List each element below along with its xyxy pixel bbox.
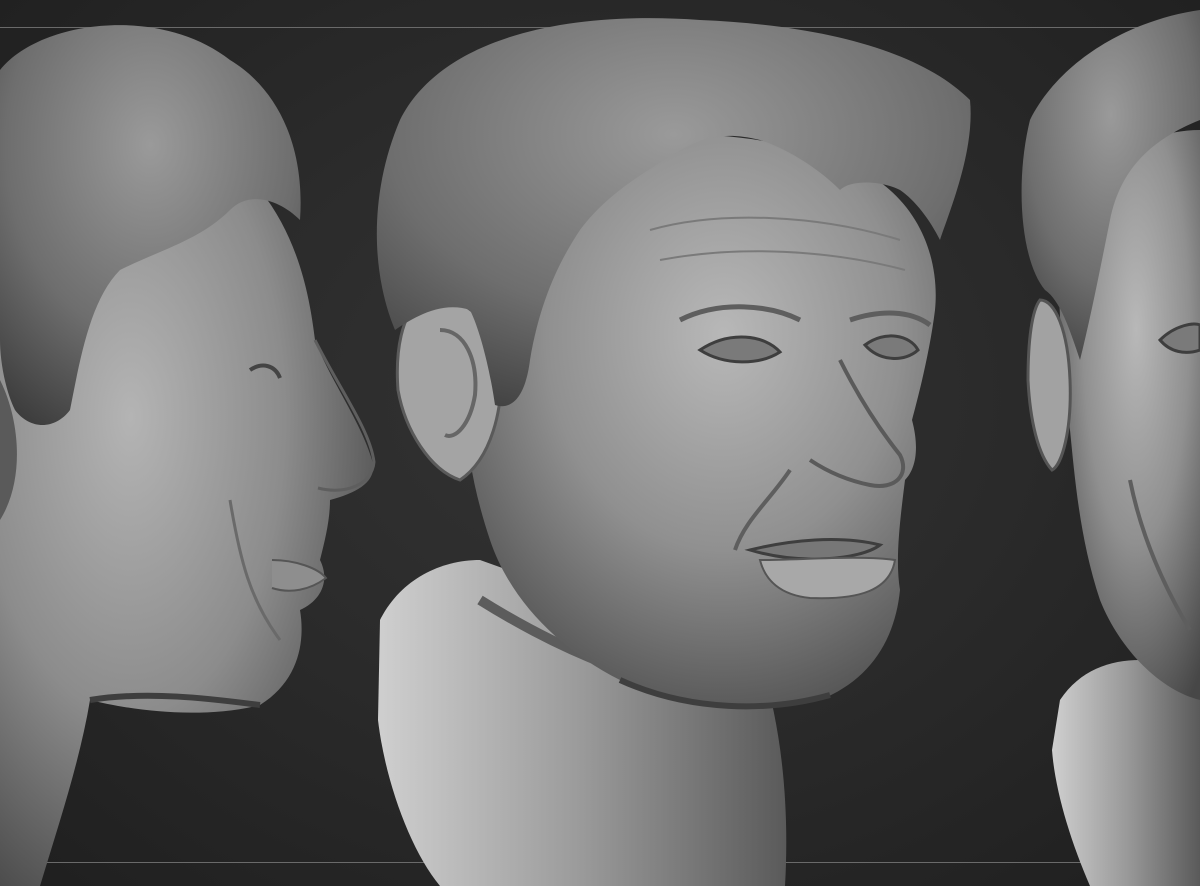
right-front-view: [1021, 10, 1200, 886]
sculpt-render: [0, 10, 1200, 886]
three-quarter-view: [376, 18, 971, 886]
left-profile-view: [0, 25, 376, 886]
right-neck: [1052, 660, 1200, 886]
sculpt-viewport[interactable]: [0, 0, 1200, 886]
